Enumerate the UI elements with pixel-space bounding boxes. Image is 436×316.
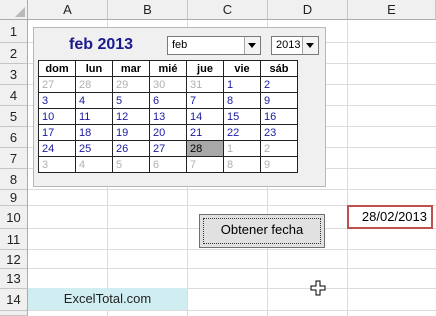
weekday-header: sáb (260, 60, 298, 77)
row-header-7[interactable]: 7 (0, 148, 28, 169)
row-header-14[interactable]: 14 (0, 289, 28, 311)
weekday-header: dom (38, 60, 76, 77)
gridline (28, 249, 436, 250)
calendar-day-other-month[interactable]: 9 (260, 156, 298, 173)
row-header-5[interactable]: 5 (0, 106, 28, 127)
calendar-day[interactable]: 16 (260, 108, 298, 125)
calendar-day-other-month[interactable]: 8 (223, 156, 261, 173)
select-all-corner[interactable] (0, 0, 28, 20)
calendar-day[interactable]: 8 (223, 92, 261, 109)
calendar-day[interactable]: 2 (260, 76, 298, 93)
row-header-15[interactable] (0, 311, 28, 316)
calendar-day-other-month[interactable]: 6 (149, 156, 187, 173)
weekday-header: mié (149, 60, 187, 77)
calendar-day-other-month[interactable]: 30 (149, 76, 187, 93)
calendar-title: feb 2013 (69, 36, 134, 53)
calendar-day-other-month[interactable]: 7 (186, 156, 224, 173)
weekday-header: mar (112, 60, 150, 77)
calendar-week-row: 3456789 (38, 92, 298, 109)
calendar-day-other-month[interactable]: 4 (75, 156, 113, 173)
gridline (28, 310, 436, 311)
calendar-day[interactable]: 7 (186, 92, 224, 109)
row-header-4[interactable]: 4 (0, 85, 28, 106)
row-header-9[interactable]: 9 (0, 190, 28, 206)
calendar-day[interactable]: 21 (186, 124, 224, 141)
calendar-day[interactable]: 12 (112, 108, 150, 125)
chevron-down-icon[interactable] (244, 37, 260, 54)
calendar-day[interactable]: 24 (38, 140, 76, 157)
month-dropdown[interactable]: feb (167, 36, 261, 55)
calendar-day[interactable]: 11 (75, 108, 113, 125)
calendar-day[interactable]: 13 (149, 108, 187, 125)
weekday-header: vie (223, 60, 261, 77)
calendar-week-row: 27 28 29 30 31 1 2 (38, 76, 298, 93)
row-header-13[interactable]: 13 (0, 269, 28, 289)
month-dropdown-value: feb (172, 39, 188, 51)
calendar-week-row: 10 11 12 13 14 15 16 (38, 108, 298, 125)
calendar-day[interactable]: 20 (149, 124, 187, 141)
weekday-header: lun (75, 60, 113, 77)
calendar-day-other-month[interactable]: 5 (112, 156, 150, 173)
calendar-week-row: 24 25 26 27 28 1 2 (38, 140, 298, 157)
calendar-week-row: 17 18 19 20 21 22 23 (38, 124, 298, 141)
calendar-day[interactable]: 3 (38, 92, 76, 109)
weekday-header: jue (186, 60, 224, 77)
row-header-8[interactable]: 8 (0, 169, 28, 190)
calendar-day-selected[interactable]: 28 (186, 140, 224, 157)
calendar-day-other-month[interactable]: 29 (112, 76, 150, 93)
calendar-day[interactable]: 23 (260, 124, 298, 141)
calendar-day[interactable]: 19 (112, 124, 150, 141)
column-header-a[interactable]: A (28, 0, 108, 20)
year-dropdown-value: 2013 (276, 39, 301, 51)
calendar-day-other-month[interactable]: 31 (186, 76, 224, 93)
row-header-1[interactable]: 1 (0, 20, 28, 43)
calendar-control: feb 2013 feb 2013 dom lun mar mié jue vie sáb … (33, 27, 326, 187)
calendar-day[interactable]: 1 (223, 76, 261, 93)
calendar-day[interactable]: 26 (112, 140, 150, 157)
row-header-3[interactable]: 3 (0, 64, 28, 85)
column-header-b[interactable]: B (108, 0, 188, 20)
calendar-day[interactable]: 25 (75, 140, 113, 157)
gridline (28, 189, 436, 190)
row-header-6[interactable]: 6 (0, 127, 28, 148)
calendar-week-row: 3456789 (38, 156, 298, 173)
calendar-days: 27 28 29 30 31 1 2 3 4 5 6 7 8 9 10 11 12 13 14 15 16 17 18 19 2… (38, 76, 298, 173)
column-header-d[interactable]: D (268, 0, 348, 20)
row-header-10[interactable]: 10 (0, 206, 28, 229)
row-header-2[interactable]: 2 (0, 43, 28, 64)
row-header-11[interactable]: 11 (0, 229, 28, 250)
year-dropdown[interactable]: 2013 (271, 36, 319, 55)
date-result-cell[interactable]: 28/02/2013 (347, 205, 433, 229)
calendar-day-other-month[interactable]: 28 (75, 76, 113, 93)
calendar-day-other-month[interactable]: 3 (38, 156, 76, 173)
get-date-button-label: Obtener fecha (220, 222, 304, 237)
calendar-day[interactable]: 14 (186, 108, 224, 125)
calendar-day[interactable]: 10 (38, 108, 76, 125)
gridline (28, 268, 436, 269)
calendar-day[interactable]: 18 (75, 124, 113, 141)
calendar-day[interactable]: 5 (112, 92, 150, 109)
move-cursor-icon (310, 280, 326, 296)
calendar-day[interactable]: 4 (75, 92, 113, 109)
chevron-down-icon[interactable] (302, 37, 318, 54)
row-header-12[interactable]: 12 (0, 250, 28, 269)
calendar-day-other-month[interactable]: 1 (223, 140, 261, 157)
calendar-day[interactable]: 27 (149, 140, 187, 157)
get-date-button[interactable]: Obtener fecha (199, 214, 325, 248)
weekday-header-row: dom lun mar mié jue vie sáb (38, 60, 298, 77)
calendar-day-other-month[interactable]: 27 (38, 76, 76, 93)
calendar-day[interactable]: 15 (223, 108, 261, 125)
calendar-day[interactable]: 9 (260, 92, 298, 109)
column-header-c[interactable]: C (188, 0, 268, 20)
calendar-day[interactable]: 6 (149, 92, 187, 109)
calendar-day[interactable]: 22 (223, 124, 261, 141)
column-header-e[interactable]: E (348, 0, 436, 20)
site-credit-cell[interactable]: ExcelTotal.com (28, 288, 187, 310)
calendar-day[interactable]: 17 (38, 124, 76, 141)
calendar-day-other-month[interactable]: 2 (260, 140, 298, 157)
calendar-grid: dom lun mar mié jue vie sáb 27 28 29 30 31 1 2 3 4 5 6 7 8… (38, 60, 298, 173)
